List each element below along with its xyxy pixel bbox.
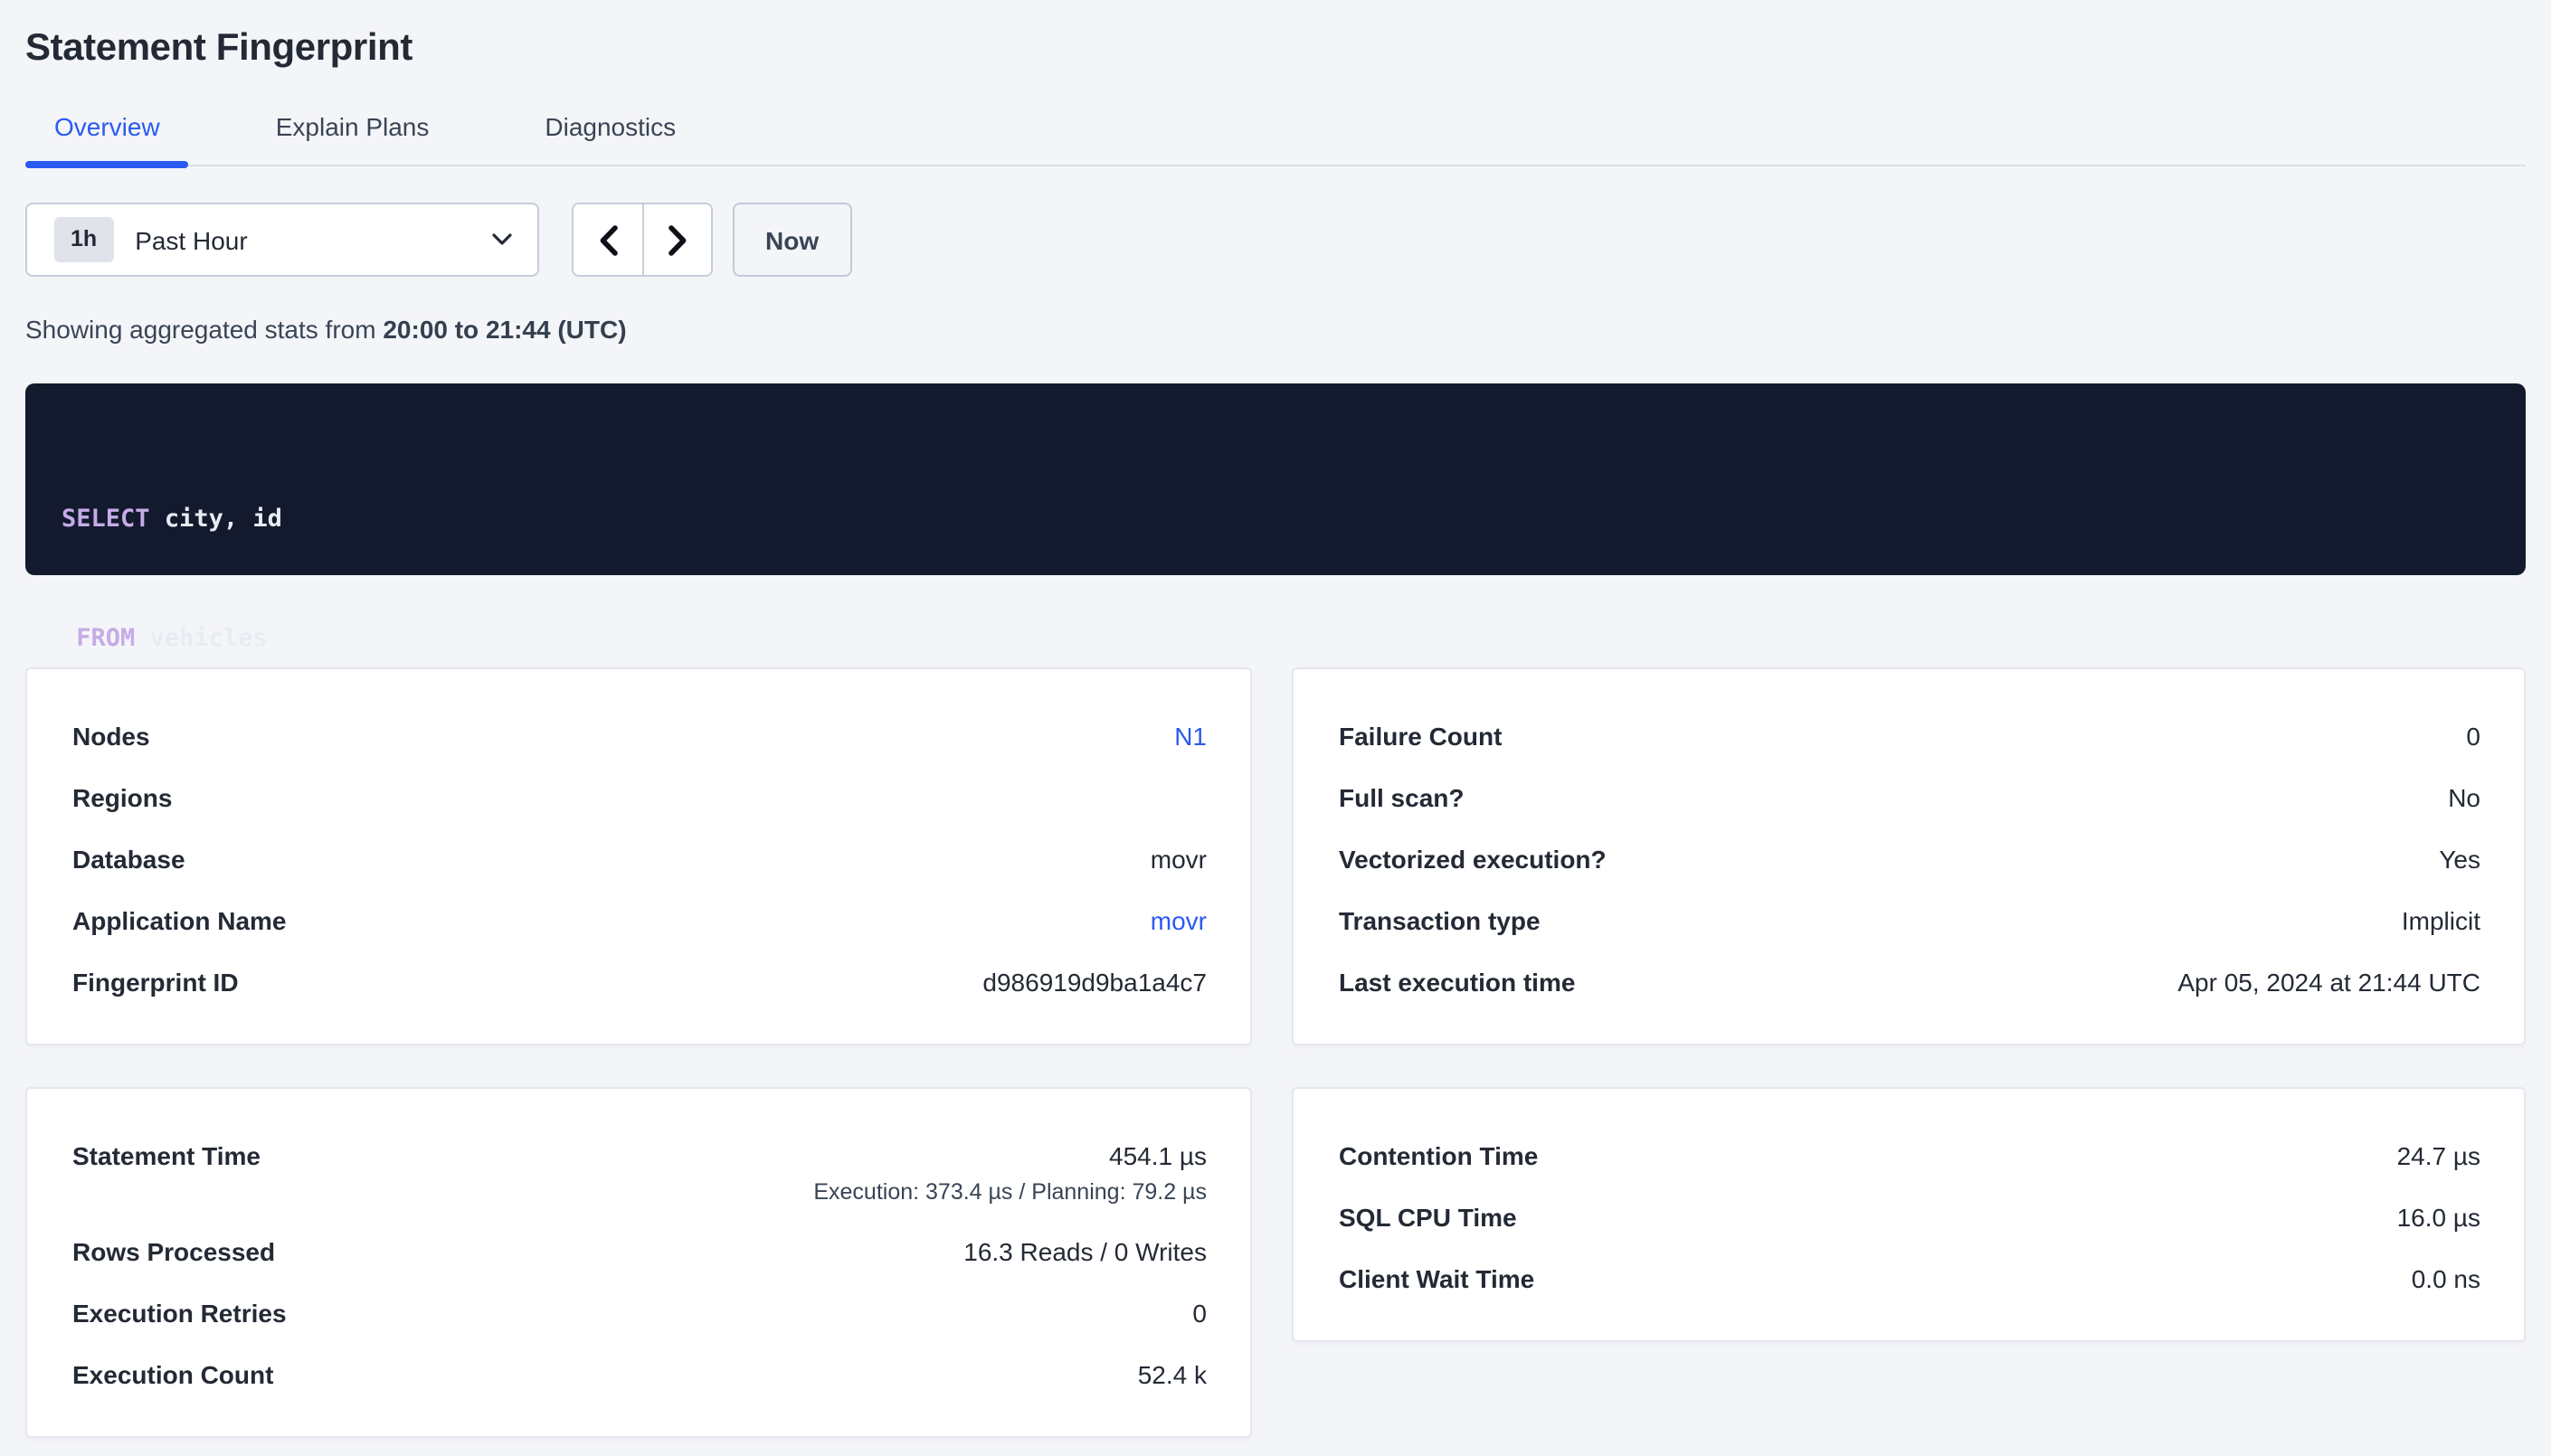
- tab-explain-plans[interactable]: Explain Plans: [247, 112, 459, 165]
- sql-statement-box: SELECT city, id FROM vehicles WHERE city…: [25, 383, 2526, 575]
- row-label: Transaction type: [1339, 906, 1541, 937]
- row-value: Implicit: [2402, 906, 2480, 937]
- stat-row-rows-processed: Rows Processed 16.3 Reads / 0 Writes: [72, 1237, 1207, 1268]
- sql-line: FROM vehicles: [62, 619, 2489, 658]
- time-range-label: Past Hour: [135, 225, 248, 254]
- sql-line: SELECT city, id: [62, 499, 2489, 539]
- attr-row-full-scan: Full scan? No: [1339, 783, 2480, 814]
- time-stats-card: Contention Time 24.7 µs SQL CPU Time 16.…: [1292, 1087, 2526, 1342]
- row-label: Failure Count: [1339, 722, 1502, 752]
- tab-diagnostics[interactable]: Diagnostics: [516, 112, 705, 165]
- aggregation-summary-range: 20:00 to 21:44 (UTC): [383, 315, 626, 344]
- row-label: Vectorized execution?: [1339, 845, 1607, 875]
- stat-row-execution-retries: Execution Retries 0: [72, 1299, 1207, 1329]
- time-range-dropdown[interactable]: 1h Past Hour: [25, 203, 539, 277]
- nodes-link[interactable]: N1: [1174, 722, 1207, 752]
- summary-cards: Nodes N1 Regions Database movr Applicati…: [25, 667, 2526, 1438]
- tab-overview[interactable]: Overview: [25, 112, 189, 165]
- row-label: Statement Time: [72, 1141, 261, 1172]
- row-value: 0.0 ns: [2412, 1264, 2480, 1295]
- row-label: Contention Time: [1339, 1141, 1538, 1172]
- detail-row-regions: Regions: [72, 783, 1207, 814]
- row-value: 24.7 µs: [2397, 1141, 2480, 1172]
- row-label: Execution Retries: [72, 1299, 287, 1329]
- detail-row-nodes: Nodes N1: [72, 722, 1207, 752]
- next-time-button[interactable]: [642, 204, 711, 275]
- detail-row-fingerprint-id: Fingerprint ID d986919d9ba1a4c7: [72, 968, 1207, 998]
- chevron-left-icon: [598, 223, 618, 256]
- row-label: SQL CPU Time: [1339, 1203, 1517, 1234]
- aggregation-summary-prefix: Showing aggregated stats from: [25, 315, 383, 344]
- row-label: Application Name: [72, 906, 287, 937]
- time-picker-controls: 1h Past Hour Now: [25, 203, 2526, 277]
- stat-row-sql-cpu-time: SQL CPU Time 16.0 µs: [1339, 1203, 2480, 1234]
- row-label: Client Wait Time: [1339, 1264, 1534, 1295]
- row-label: Execution Count: [72, 1360, 273, 1391]
- stat-row-client-wait-time: Client Wait Time 0.0 ns: [1339, 1264, 2480, 1295]
- row-label: Rows Processed: [72, 1237, 275, 1268]
- attr-row-vectorized: Vectorized execution? Yes: [1339, 845, 2480, 875]
- row-label: Nodes: [72, 722, 150, 752]
- row-value: 0: [2466, 722, 2480, 752]
- sql-keyword: SELECT: [62, 505, 150, 534]
- prev-time-button[interactable]: [574, 204, 642, 275]
- application-name-link[interactable]: movr: [1151, 906, 1207, 937]
- stat-row-contention-time: Contention Time 24.7 µs: [1339, 1141, 2480, 1172]
- row-label: Fingerprint ID: [72, 968, 239, 998]
- stat-row-execution-count: Execution Count 52.4 k: [72, 1360, 1207, 1391]
- row-value: Yes: [2439, 845, 2480, 875]
- sql-keyword: FROM: [76, 624, 135, 653]
- row-label: Database: [72, 845, 185, 875]
- stat-row-statement-time: Statement Time 454.1 µs Execution: 373.4…: [72, 1141, 1207, 1206]
- attr-row-transaction-type: Transaction type Implicit: [1339, 906, 2480, 937]
- chevron-right-icon: [668, 223, 688, 256]
- aggregation-summary: Showing aggregated stats from 20:00 to 2…: [25, 315, 2526, 345]
- detail-row-application-name: Application Name movr: [72, 906, 1207, 937]
- row-value: 16.0 µs: [2397, 1203, 2480, 1234]
- interval-badge: 1h: [54, 217, 113, 262]
- time-step-button-group: [572, 203, 713, 277]
- statement-details-card: Nodes N1 Regions Database movr Applicati…: [25, 667, 1252, 1045]
- statement-fingerprint-page: Statement Fingerprint Overview Explain P…: [0, 0, 2551, 1456]
- row-value: d986919d9ba1a4c7: [982, 968, 1207, 998]
- row-value: 0: [1192, 1299, 1207, 1329]
- chevron-down-icon: [492, 233, 512, 246]
- row-label: Regions: [72, 783, 172, 814]
- row-value: 454.1 µs: [1109, 1141, 1207, 1172]
- row-value: 52.4 k: [1138, 1360, 1207, 1391]
- row-label: Last execution time: [1339, 968, 1575, 998]
- attr-row-failure-count: Failure Count 0: [1339, 722, 2480, 752]
- attr-row-last-execution-time: Last execution time Apr 05, 2024 at 21:4…: [1339, 968, 2480, 998]
- row-label: Full scan?: [1339, 783, 1464, 814]
- statement-time-breakdown: Execution: 373.4 µs / Planning: 79.2 µs: [72, 1179, 1207, 1206]
- statement-stats-card: Statement Time 454.1 µs Execution: 373.4…: [25, 1087, 1252, 1438]
- execution-attributes-card: Failure Count 0 Full scan? No Vectorized…: [1292, 667, 2526, 1045]
- row-value: movr: [1151, 845, 1207, 875]
- row-value: 16.3 Reads / 0 Writes: [963, 1237, 1207, 1268]
- page-title: Statement Fingerprint: [25, 0, 2526, 71]
- tabbar: Overview Explain Plans Diagnostics: [25, 112, 2526, 166]
- detail-row-database: Database movr: [72, 845, 1207, 875]
- row-value: Apr 05, 2024 at 21:44 UTC: [2177, 968, 2480, 998]
- row-value: No: [2448, 783, 2480, 814]
- now-button[interactable]: Now: [733, 203, 851, 277]
